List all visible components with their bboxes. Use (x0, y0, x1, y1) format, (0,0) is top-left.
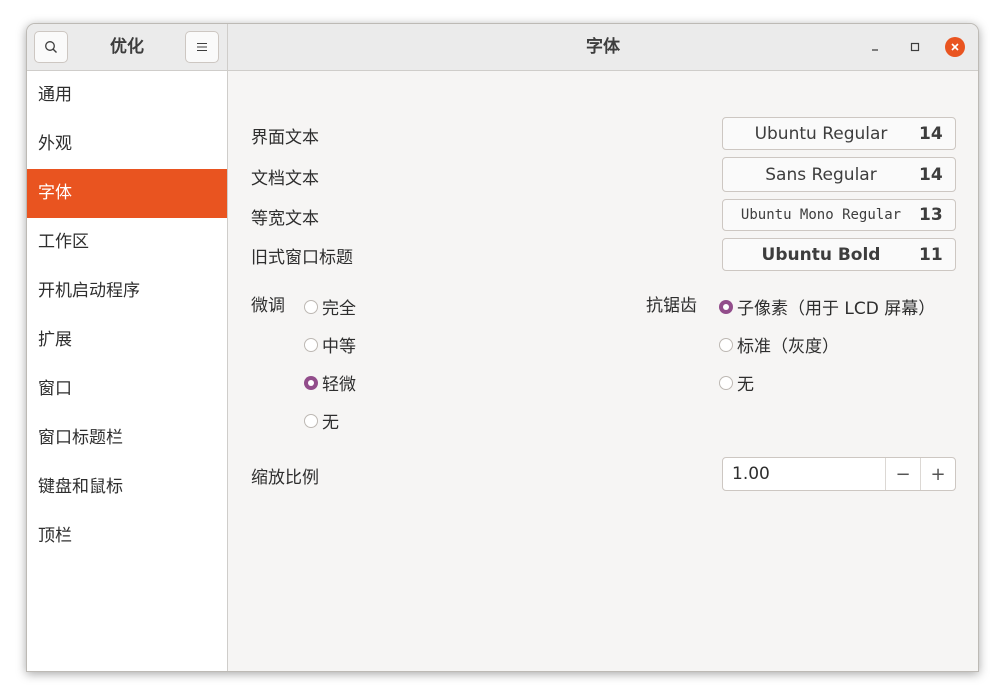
antialiasing-option-none[interactable]: 无 (719, 370, 754, 395)
radio-label: 标准（灰度） (737, 337, 839, 357)
hinting-option-full[interactable]: 完全 (304, 294, 356, 319)
sidebar-item-extensions[interactable]: 扩展 (27, 316, 227, 365)
search-button[interactable] (34, 31, 68, 63)
font-size: 13 (919, 205, 943, 225)
radio-label: 完全 (322, 299, 356, 319)
font-name: Ubuntu Regular (754, 123, 888, 144)
sidebar-item-appearance[interactable]: 外观 (27, 120, 227, 169)
minus-icon: − (895, 463, 911, 485)
sidebar-item-window-titlebars[interactable]: 窗口标题栏 (27, 414, 227, 463)
sidebar-item-keyboard-mouse[interactable]: 键盘和鼠标 (27, 463, 227, 512)
monospace-text-label: 等宽文本 (251, 209, 319, 229)
radio-button[interactable] (304, 337, 318, 352)
decrease-button[interactable]: − (885, 458, 920, 490)
hinting-label: 微调 (251, 296, 285, 316)
sidebar-item-windows[interactable]: 窗口 (27, 365, 227, 414)
minimize-icon (872, 49, 878, 51)
header-bar: 优化 字体 (27, 24, 978, 71)
increase-button[interactable]: + (920, 458, 955, 490)
antialiasing-option-standard[interactable]: 标准（灰度） (719, 332, 839, 357)
monospace-text-font-button[interactable]: Ubuntu Mono Regular 13 (722, 199, 956, 231)
maximize-icon (910, 42, 920, 52)
sidebar-item-workspaces[interactable]: 工作区 (27, 218, 227, 267)
radio-label: 轻微 (322, 375, 356, 395)
legacy-window-titles-font-button[interactable]: Ubuntu Bold 11 (722, 238, 956, 271)
font-name: Ubuntu Mono Regular (740, 207, 902, 223)
font-size: 14 (919, 164, 943, 185)
interface-text-font-button[interactable]: Ubuntu Regular 14 (722, 117, 956, 150)
hinting-option-slight[interactable]: 轻微 (304, 370, 356, 395)
sidebar-header: 优化 (27, 24, 228, 70)
hamburger-menu-icon (197, 42, 207, 52)
sidebar-title: 优化 (110, 37, 144, 57)
radio-button-selected[interactable] (304, 375, 318, 390)
radio-button[interactable] (719, 337, 733, 352)
document-text-font-button[interactable]: Sans Regular 14 (722, 157, 956, 192)
scaling-factor-input[interactable]: 1.00 (723, 458, 885, 490)
radio-button[interactable] (304, 299, 318, 314)
scaling-factor-spinbutton: 1.00 − + (722, 457, 956, 491)
interface-text-label: 界面文本 (251, 128, 319, 148)
radio-button[interactable] (719, 375, 733, 390)
sidebar-item-fonts[interactable]: 字体 (27, 169, 227, 218)
search-icon (45, 41, 57, 53)
menu-button[interactable] (185, 31, 219, 63)
antialiasing-label: 抗锯齿 (646, 296, 697, 316)
radio-button-selected[interactable] (719, 299, 733, 314)
radio-button[interactable] (304, 413, 318, 428)
sidebar-item-top-bar[interactable]: 顶栏 (27, 512, 227, 561)
document-text-label: 文档文本 (251, 169, 319, 189)
font-size: 11 (919, 244, 943, 265)
font-name: Sans Regular (765, 164, 877, 185)
close-icon (951, 43, 959, 51)
radio-label: 子像素（用于 LCD 屏幕） (737, 299, 936, 319)
radio-label: 无 (737, 375, 754, 395)
scaling-factor-label: 缩放比例 (251, 468, 319, 488)
hinting-option-none[interactable]: 无 (304, 408, 339, 433)
legacy-window-titles-label: 旧式窗口标题 (251, 248, 353, 268)
close-button[interactable] (945, 37, 965, 57)
minimize-button[interactable] (865, 37, 885, 57)
maximize-button[interactable] (905, 37, 925, 57)
sidebar-item-general[interactable]: 通用 (27, 71, 227, 120)
sidebar-item-startup-applications[interactable]: 开机启动程序 (27, 267, 227, 316)
sidebar: 通用 外观 字体 工作区 开机启动程序 扩展 窗口 窗口标题栏 键盘和鼠标 顶栏 (27, 71, 228, 671)
radio-label: 中等 (322, 337, 356, 357)
font-size: 14 (919, 123, 943, 144)
hinting-option-medium[interactable]: 中等 (304, 332, 356, 357)
fonts-panel: 界面文本 Ubuntu Regular 14 文档文本 Sans Regular… (228, 71, 978, 671)
radio-label: 无 (322, 413, 339, 433)
antialiasing-option-subpixel[interactable]: 子像素（用于 LCD 屏幕） (719, 294, 935, 319)
font-name: Ubuntu Bold (761, 244, 881, 265)
tweaks-window: 优化 字体 通用 外观 字体 工作区 开机启动程序 扩展 窗口 窗口标题栏 键盘… (26, 23, 979, 672)
plus-icon: + (930, 463, 946, 485)
